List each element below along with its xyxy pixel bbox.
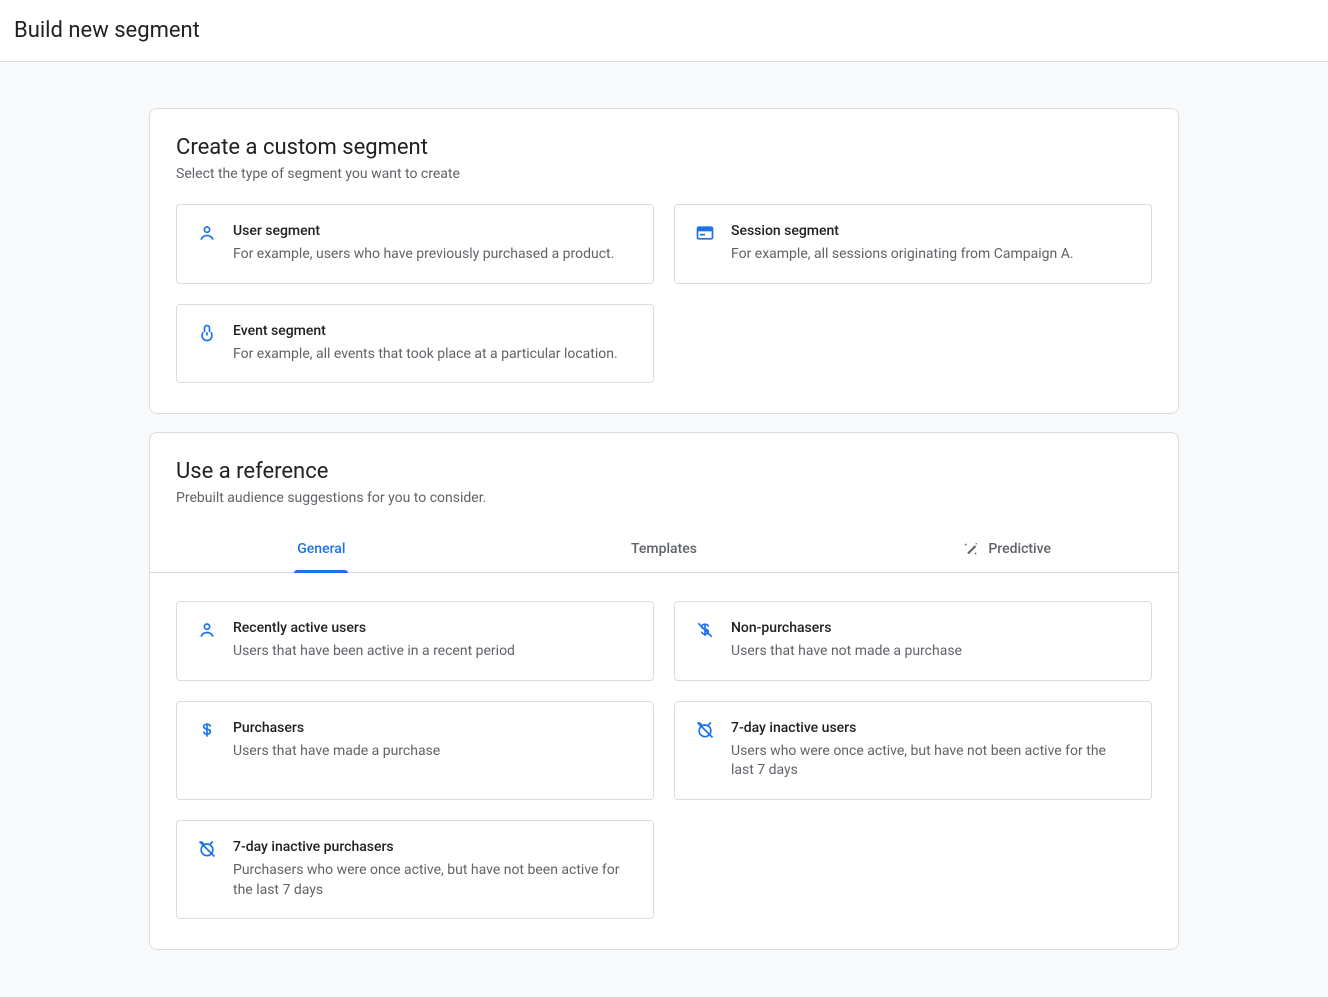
custom-title: Create a custom segment <box>176 135 1152 160</box>
tab-label: General <box>297 541 345 557</box>
seven-day-inactive-purchasers-card[interactable]: 7-day inactive purchasers Purchasers who… <box>176 820 654 919</box>
card-desc: Users that have been active in a recent … <box>233 642 633 662</box>
reference-panel: Use a reference Prebuilt audience sugges… <box>149 432 1179 950</box>
custom-subtitle: Select the type of segment you want to c… <box>176 166 1152 182</box>
custom-options-grid: User segment For example, users who have… <box>176 204 1152 383</box>
card-title: Session segment <box>731 223 1131 239</box>
card-title: Recently active users <box>233 620 633 636</box>
reference-subtitle: Prebuilt audience suggestions for you to… <box>176 490 1152 506</box>
card-title: Purchasers <box>233 720 633 736</box>
tab-templates[interactable]: Templates <box>493 528 836 572</box>
tab-label: Templates <box>631 541 697 557</box>
no-dollar-icon <box>695 620 715 640</box>
dollar-icon <box>197 720 217 740</box>
card-desc: Purchasers who were once active, but hav… <box>233 861 633 900</box>
card-title: Event segment <box>233 323 633 339</box>
card-desc: Users that have not made a purchase <box>731 642 1131 662</box>
recently-active-users-card[interactable]: Recently active users Users that have be… <box>176 601 654 681</box>
event-segment-card[interactable]: Event segment For example, all events th… <box>176 304 654 384</box>
non-purchasers-card[interactable]: Non-purchasers Users that have not made … <box>674 601 1152 681</box>
card-desc: Users that have made a purchase <box>233 742 633 762</box>
user-segment-card[interactable]: User segment For example, users who have… <box>176 204 654 284</box>
card-desc: For example, all sessions originating fr… <box>731 245 1131 265</box>
session-segment-card[interactable]: Session segment For example, all session… <box>674 204 1152 284</box>
page-header: Build new segment <box>0 0 1328 62</box>
card-title: Non-purchasers <box>731 620 1131 636</box>
seven-day-inactive-users-card[interactable]: 7-day inactive users Users who were once… <box>674 701 1152 800</box>
card-title: 7-day inactive purchasers <box>233 839 633 855</box>
reference-tabs: General Templates Predictive <box>150 528 1178 573</box>
tab-predictive[interactable]: Predictive <box>835 528 1178 572</box>
alarm-off-icon <box>695 720 715 740</box>
user-icon <box>197 223 217 243</box>
purchasers-card[interactable]: Purchasers Users that have made a purcha… <box>176 701 654 800</box>
session-icon <box>695 223 715 243</box>
card-desc: For example, all events that took place … <box>233 345 633 365</box>
card-title: User segment <box>233 223 633 239</box>
content: Create a custom segment Select the type … <box>0 62 1328 990</box>
custom-segment-panel: Create a custom segment Select the type … <box>149 108 1179 414</box>
card-desc: For example, users who have previously p… <box>233 245 633 265</box>
reference-title: Use a reference <box>176 459 1152 484</box>
card-title: 7-day inactive users <box>731 720 1131 736</box>
event-icon <box>197 323 217 343</box>
alarm-off-icon <box>197 839 217 859</box>
tab-label: Predictive <box>988 541 1051 557</box>
card-desc: Users who were once active, but have not… <box>731 742 1131 781</box>
user-icon <box>197 620 217 640</box>
page-title: Build new segment <box>14 18 1314 43</box>
tab-general[interactable]: General <box>150 528 493 572</box>
reference-items-grid: Recently active users Users that have be… <box>176 601 1152 919</box>
wand-icon <box>962 540 980 558</box>
